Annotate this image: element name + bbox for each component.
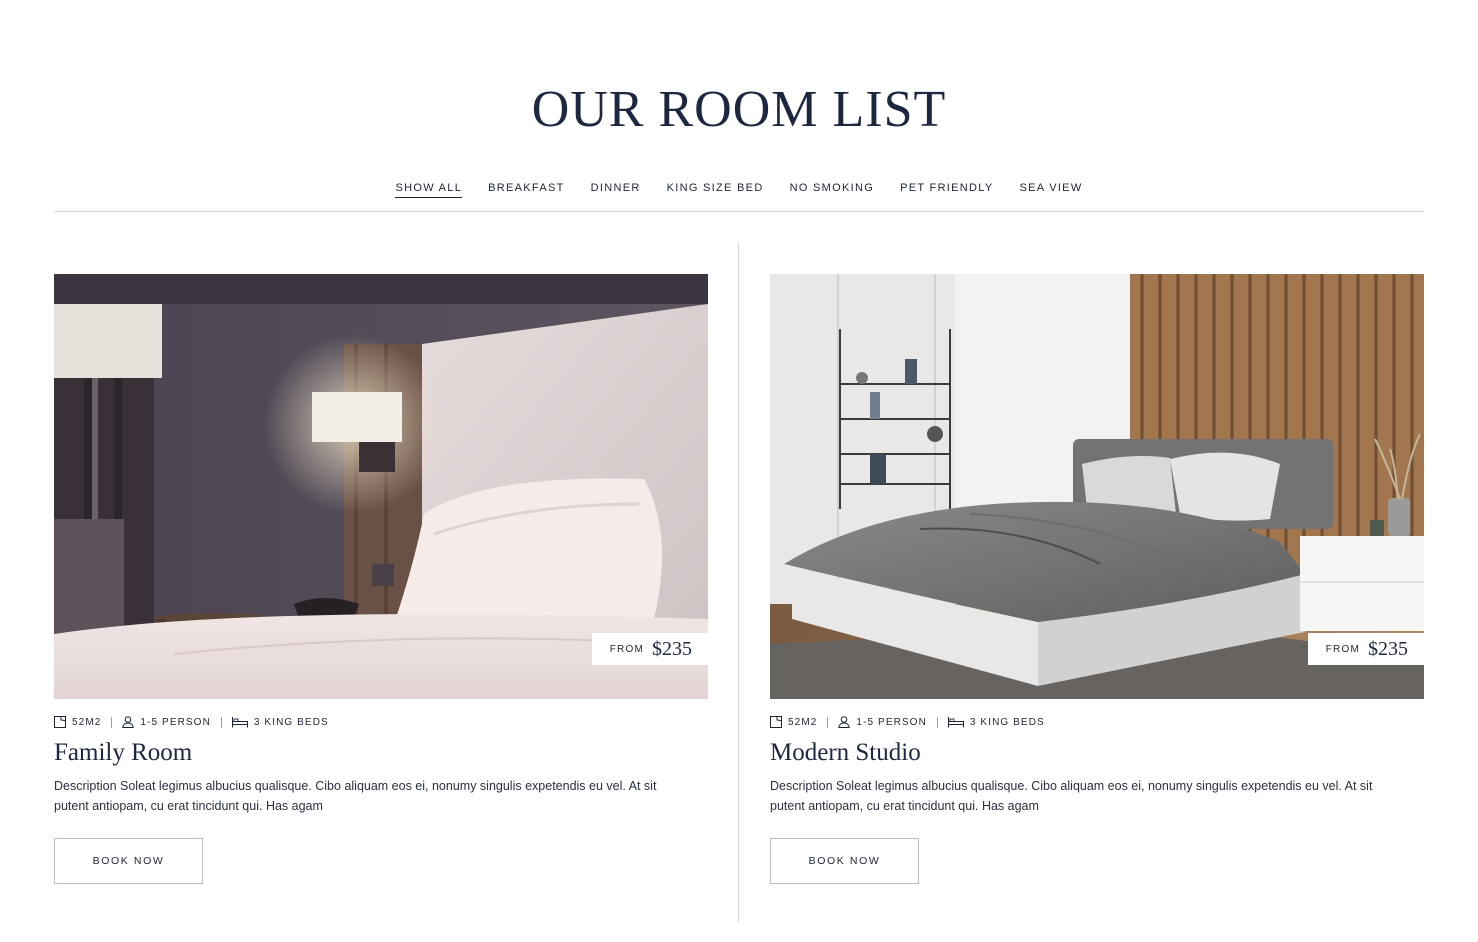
room-size-icon (770, 716, 782, 728)
room-filter-nav: SHOW ALL BREAKFAST DINNER KING SIZE BED … (0, 181, 1478, 198)
person-icon (122, 716, 135, 728)
bed-icon (947, 717, 964, 728)
room-name[interactable]: Family Room (54, 738, 708, 768)
feature-separator (827, 716, 829, 728)
room-description: Description Soleat legimus albucius qual… (770, 779, 1373, 813)
feature-size-label: 52M2 (788, 716, 818, 728)
feature-persons-label: 1-5 PERSON (140, 716, 211, 728)
room-list-page: OUR ROOM LIST SHOW ALL BREAKFAST DINNER … (0, 0, 1478, 942)
room-card-family-room: FROM $235 52M2 1-5 PERSON 3 KING BEDS Fa… (54, 274, 708, 884)
feature-separator (936, 716, 938, 728)
feature-persons: 1-5 PERSON (122, 716, 210, 728)
filter-divider (54, 211, 1424, 212)
filter-dinner[interactable]: DINNER (591, 181, 641, 198)
book-now-button[interactable]: BOOK NOW (54, 838, 203, 884)
room-name[interactable]: Modern Studio (770, 738, 1424, 768)
price-from-label: FROM (1325, 643, 1360, 655)
room-photo[interactable]: FROM $235 (54, 274, 708, 699)
feature-size: 52M2 (54, 716, 101, 728)
room-features: 52M2 1-5 PERSON 3 KING BEDS (770, 715, 1424, 729)
feature-beds: 3 KING BEDS (947, 716, 1045, 728)
filter-king-size-bed[interactable]: KING SIZE BED (667, 181, 764, 198)
feature-beds-label: 3 KING BEDS (253, 716, 329, 728)
filter-breakfast[interactable]: BREAKFAST (488, 181, 565, 198)
feature-size-label: 52M2 (72, 716, 102, 728)
filter-show-all[interactable]: SHOW ALL (395, 181, 463, 198)
feature-separator (111, 716, 113, 728)
feature-size: 52M2 (770, 716, 817, 728)
feature-beds-label: 3 KING BEDS (969, 716, 1045, 728)
filter-sea-view[interactable]: SEA VIEW (1020, 181, 1083, 198)
price-from-label: FROM (609, 643, 644, 655)
room-description: Description Soleat legimus albucius qual… (54, 779, 657, 813)
price-value: $235 (652, 637, 692, 660)
bed-icon (231, 717, 248, 728)
price-tag: FROM $235 (1307, 633, 1424, 665)
room-photo[interactable]: FROM $235 (770, 274, 1424, 699)
room-card-modern-studio: FROM $235 52M2 1-5 PERSON 3 KING BEDS Mo… (770, 274, 1424, 884)
book-now-button[interactable]: BOOK NOW (770, 838, 919, 884)
room-features: 52M2 1-5 PERSON 3 KING BEDS (54, 715, 708, 729)
feature-persons: 1-5 PERSON (838, 716, 926, 728)
price-value: $235 (1368, 637, 1408, 660)
feature-separator (220, 716, 222, 728)
column-divider (738, 242, 739, 922)
feature-beds: 3 KING BEDS (231, 716, 329, 728)
feature-persons-label: 1-5 PERSON (856, 716, 927, 728)
page-title: OUR ROOM LIST (531, 81, 947, 138)
filter-pet-friendly[interactable]: PET FRIENDLY (900, 181, 993, 198)
filter-no-smoking[interactable]: NO SMOKING (790, 181, 875, 198)
person-icon (838, 716, 851, 728)
room-size-icon (54, 716, 66, 728)
price-tag: FROM $235 (591, 633, 708, 665)
